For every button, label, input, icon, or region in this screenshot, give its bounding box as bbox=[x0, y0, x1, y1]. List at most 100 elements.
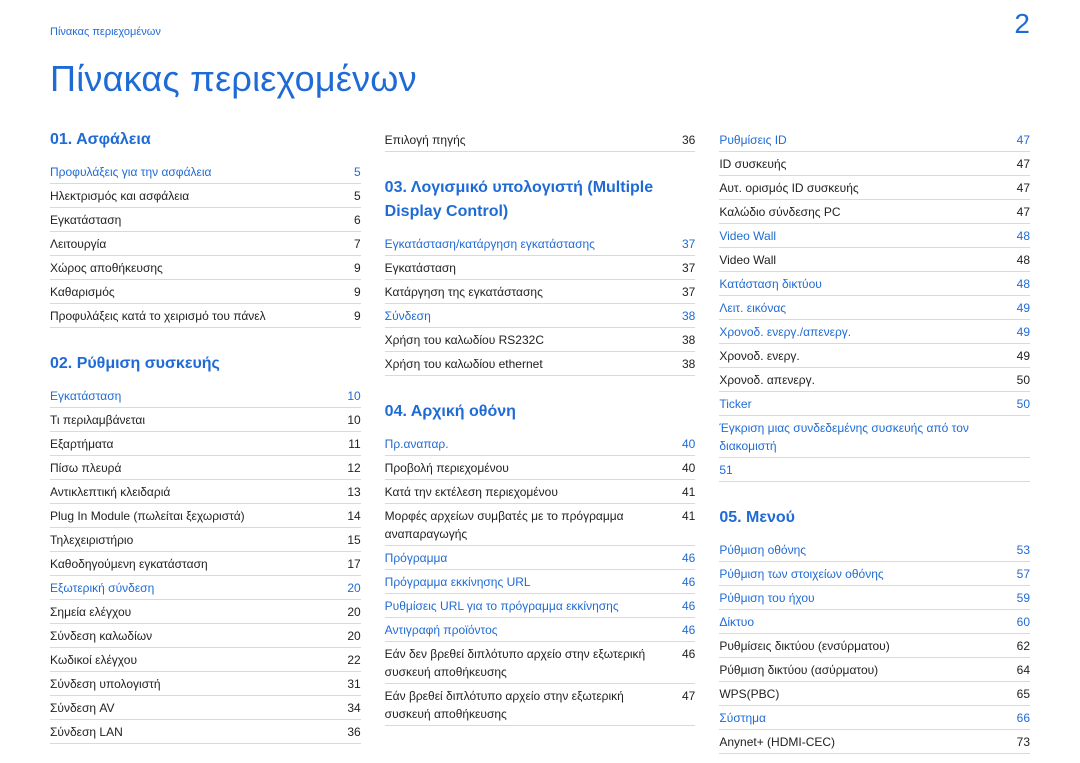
toc-section-link[interactable]: Ρυθμίσεις ID47 bbox=[719, 128, 1030, 152]
toc-entry-page: 11 bbox=[343, 435, 361, 453]
toc-entry[interactable]: Προβολή περιεχομένου40 bbox=[385, 456, 696, 480]
toc-entry-label: Εγκατάσταση/κατάργηση εγκατάστασης bbox=[385, 235, 595, 253]
toc-section-link[interactable]: Ρύθμιση των στοιχείων οθόνης57 bbox=[719, 562, 1030, 586]
toc-section-link[interactable]: Εγκατάσταση/κατάργηση εγκατάστασης 37 bbox=[385, 232, 696, 256]
toc-entry-page: 66 bbox=[1012, 709, 1030, 727]
toc-entry-label: Πρόγραμμα εκκίνησης URL bbox=[385, 573, 531, 591]
toc-entry[interactable]: Αντικλεπτική κλειδαριά13 bbox=[50, 480, 361, 504]
toc-entry[interactable]: Εγκατάσταση6 bbox=[50, 208, 361, 232]
toc-entry-page: 73 bbox=[1012, 733, 1030, 751]
toc-entry[interactable]: Ρυθμίσεις δικτύου (ενσύρματου)62 bbox=[719, 634, 1030, 658]
toc-entry[interactable]: Κατά την εκτέλεση περιεχομένου41 bbox=[385, 480, 696, 504]
toc-entry[interactable]: Πίσω πλευρά12 bbox=[50, 456, 361, 480]
toc-section-link[interactable]: Χρονοδ. ενεργ./απενεργ.49 bbox=[719, 320, 1030, 344]
toc-entry-label: Χρονοδ. ενεργ./απενεργ. bbox=[719, 323, 851, 341]
toc-entry[interactable]: Anynet+ (HDMI-CEC)73 bbox=[719, 730, 1030, 754]
toc-entry[interactable]: Σύνδεση καλωδίων20 bbox=[50, 624, 361, 648]
toc-entry-page: 41 bbox=[677, 507, 695, 543]
toc-entry-page: 49 bbox=[1012, 347, 1030, 365]
toc-entry[interactable]: Σημεία ελέγχου20 bbox=[50, 600, 361, 624]
toc-entry[interactable]: Προφυλάξεις κατά το χειρισμό του πάνελ9 bbox=[50, 304, 361, 328]
page-title: Πίνακας περιεχομένων bbox=[50, 58, 1030, 100]
toc-entry[interactable]: Χώρος αποθήκευσης9 bbox=[50, 256, 361, 280]
toc-entry-label: Αντιγραφή προϊόντος bbox=[385, 621, 498, 639]
toc-entry-page: 9 bbox=[343, 259, 361, 277]
toc-section-link[interactable]: Ticker50 bbox=[719, 392, 1030, 416]
toc-entry[interactable]: Εξαρτήματα11 bbox=[50, 432, 361, 456]
toc-section-link[interactable]: Αντιγραφή προϊόντος 46 bbox=[385, 618, 696, 642]
toc-entry-page: 46 bbox=[677, 621, 695, 639]
toc-column-1: 01. Ασφάλεια Προφυλάξεις για την ασφάλεια… bbox=[50, 128, 361, 754]
toc-entry[interactable]: Χρήση του καλωδίου RS232C38 bbox=[385, 328, 696, 352]
toc-entry-label: Επιλογή πηγής bbox=[385, 131, 466, 149]
toc-entry-page: 5 bbox=[343, 163, 361, 181]
toc-entry-page: 65 bbox=[1012, 685, 1030, 703]
toc-columns: 01. Ασφάλεια Προφυλάξεις για την ασφάλεια… bbox=[50, 128, 1030, 754]
toc-entry-page: 48 bbox=[1012, 275, 1030, 293]
toc-entry-page: 36 bbox=[677, 131, 695, 149]
toc-entry-label: Σύστημα bbox=[719, 709, 766, 727]
toc-entry-page: 38 bbox=[677, 307, 695, 325]
toc-section-link[interactable]: Πρ.αναπαρ.40 bbox=[385, 432, 696, 456]
toc-entry[interactable]: Χρονοδ. απενεργ.50 bbox=[719, 368, 1030, 392]
toc-section-link[interactable]: Σύστημα 66 bbox=[719, 706, 1030, 730]
toc-entry-label: Καλώδιο σύνδεσης PC bbox=[719, 203, 840, 221]
toc-entry[interactable]: Χρήση του καλωδίου ethernet38 bbox=[385, 352, 696, 376]
toc-section-link[interactable]: 51 bbox=[719, 458, 1030, 482]
toc-section-link[interactable]: Εξωτερική σύνδεση20 bbox=[50, 576, 361, 600]
toc-entry[interactable]: Video Wall48 bbox=[719, 248, 1030, 272]
toc-section-link[interactable]: Δίκτυο60 bbox=[719, 610, 1030, 634]
toc-entry-page: 14 bbox=[343, 507, 361, 525]
toc-entry[interactable]: Σύνδεση LAN36 bbox=[50, 720, 361, 744]
toc-entry-page: 37 bbox=[677, 235, 695, 253]
toc-section-link[interactable]: Πρόγραμμα εκκίνησης URL46 bbox=[385, 570, 696, 594]
toc-entry[interactable]: Plug In Module (πωλείται ξεχωριστά)14 bbox=[50, 504, 361, 528]
toc-entry[interactable]: Εάν δεν βρεθεί διπλότυπο αρχείο στην εξω… bbox=[385, 642, 696, 684]
toc-section-heading: 01. Ασφάλεια bbox=[50, 128, 361, 152]
toc-entry[interactable]: Εάν βρεθεί διπλότυπο αρχείο στην εξωτερι… bbox=[385, 684, 696, 726]
toc-entry[interactable]: ID συσκευής47 bbox=[719, 152, 1030, 176]
toc-entry[interactable]: Σύνδεση υπολογιστή31 bbox=[50, 672, 361, 696]
toc-entry-page: 13 bbox=[343, 483, 361, 501]
toc-section-link[interactable]: Λειτ. εικόνας49 bbox=[719, 296, 1030, 320]
toc-entry-page: 53 bbox=[1012, 541, 1030, 559]
toc-entry[interactable]: Λειτουργία7 bbox=[50, 232, 361, 256]
toc-entry-page: 31 bbox=[343, 675, 361, 693]
toc-entry[interactable]: Τηλεχειριστήριο15 bbox=[50, 528, 361, 552]
toc-entry-label: Ρύθμιση οθόνης bbox=[719, 541, 806, 559]
toc-entry[interactable]: Κατάργηση της εγκατάστασης37 bbox=[385, 280, 696, 304]
toc-entry[interactable]: Χρονοδ. ενεργ.49 bbox=[719, 344, 1030, 368]
toc-entry[interactable]: Τι περιλαμβάνεται10 bbox=[50, 408, 361, 432]
toc-entry-label: Κατά την εκτέλεση περιεχομένου bbox=[385, 483, 558, 501]
toc-section-link[interactable]: Προφυλάξεις για την ασφάλεια5 bbox=[50, 160, 361, 184]
toc-entry-label: Ρύθμιση των στοιχείων οθόνης bbox=[719, 565, 883, 583]
toc-section-link[interactable]: Ρύθμιση του ήχου59 bbox=[719, 586, 1030, 610]
toc-entry-page: 38 bbox=[677, 355, 695, 373]
toc-entry[interactable]: Καλώδιο σύνδεσης PC47 bbox=[719, 200, 1030, 224]
toc-entry-label: Αυτ. ορισμός ID συσκευής bbox=[719, 179, 858, 197]
toc-entry-label: Καθοδηγούμενη εγκατάσταση bbox=[50, 555, 208, 573]
toc-section-link[interactable]: Video Wall48 bbox=[719, 224, 1030, 248]
toc-entry[interactable]: Κωδικοί ελέγχου22 bbox=[50, 648, 361, 672]
toc-entry-label: Ρύθμιση δικτύου (ασύρματου) bbox=[719, 661, 878, 679]
toc-entry-label: Μορφές αρχείων συμβατές με το πρόγραμμα … bbox=[385, 507, 670, 543]
toc-entry[interactable]: Καθοδηγούμενη εγκατάσταση17 bbox=[50, 552, 361, 576]
toc-entry[interactable]: Αυτ. ορισμός ID συσκευής47 bbox=[719, 176, 1030, 200]
toc-section-link[interactable]: Ρυθμίσεις URL για το πρόγραμμα εκκίνησης… bbox=[385, 594, 696, 618]
toc-section-link[interactable]: Εγκατάσταση10 bbox=[50, 384, 361, 408]
toc-section-link[interactable]: Έγκριση μιας συνδεδεμένης συσκευής από τ… bbox=[719, 416, 1030, 458]
toc-entry[interactable]: Εγκατάσταση37 bbox=[385, 256, 696, 280]
toc-entry-label: Πρ.αναπαρ. bbox=[385, 435, 449, 453]
toc-entry[interactable]: Μορφές αρχείων συμβατές με το πρόγραμμα … bbox=[385, 504, 696, 546]
toc-entry[interactable]: WPS(PBC)65 bbox=[719, 682, 1030, 706]
toc-section-link[interactable]: Σύνδεση38 bbox=[385, 304, 696, 328]
toc-entry-page: 46 bbox=[677, 549, 695, 567]
toc-section-link[interactable]: Κατάσταση δικτύου48 bbox=[719, 272, 1030, 296]
toc-entry[interactable]: Ηλεκτρισμός και ασφάλεια5 bbox=[50, 184, 361, 208]
toc-entry[interactable]: Ρύθμιση δικτύου (ασύρματου)64 bbox=[719, 658, 1030, 682]
toc-section-link[interactable]: Πρόγραμμα46 bbox=[385, 546, 696, 570]
toc-entry[interactable]: Καθαρισμός9 bbox=[50, 280, 361, 304]
toc-section-link[interactable]: Ρύθμιση οθόνης 53 bbox=[719, 538, 1030, 562]
toc-entry[interactable]: Σύνδεση AV34 bbox=[50, 696, 361, 720]
toc-entry[interactable]: Επιλογή πηγής 36 bbox=[385, 128, 696, 152]
